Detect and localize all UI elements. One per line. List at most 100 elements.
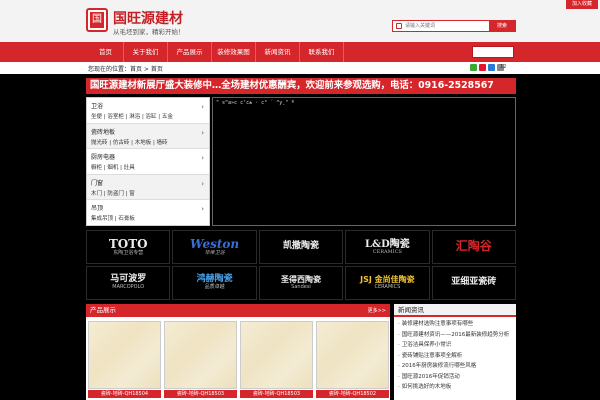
brand-logo[interactable]: 凯撒陶瓷 — [258, 230, 344, 264]
product-card[interactable]: 瓷砖-地砖-QH18504 — [88, 321, 161, 398]
product-caption[interactable]: 瓷砖-地砖-QH18504 — [88, 390, 161, 398]
brand-logo[interactable]: 汇陶谷 — [431, 230, 516, 264]
category-item[interactable]: 厨房电器 橱柜 | 烟机 | 灶具 › — [87, 149, 209, 175]
category-item[interactable]: 门窗 木门 | 防盗门 | 窗 › — [87, 174, 209, 201]
slogan: 从毛坯到家，精彩开始！ — [113, 28, 185, 36]
brand-logo[interactable]: Weston 华帝卫浴 — [172, 230, 257, 264]
product-card[interactable]: 瓷砖-地砖-QH18502 — [316, 321, 389, 398]
chevron-right-icon: › — [201, 154, 204, 163]
header: 国 国旺源建材 从毛坯到家，精彩开始！ 加入收藏 搜索 — [0, 0, 600, 42]
category-title: 门窗 — [91, 179, 104, 187]
share-buttons — [470, 64, 504, 71]
brand-logo[interactable]: TOTO 东陶卫浴专营 — [86, 230, 171, 264]
category-title: 瓷砖地板 — [91, 128, 116, 136]
weibo-share-icon[interactable] — [479, 64, 486, 71]
category-title: 厨房电器 — [91, 154, 116, 162]
products-more-link[interactable]: 更多>> — [368, 307, 386, 314]
news-item[interactable]: 2016年厨房装修流行哪些风格 — [398, 361, 512, 372]
category-menu: 卫浴 坐便 | 浴室柜 | 淋浴 | 浴缸 | 五金 › 瓷砖地板 抛光砖 | … — [86, 97, 210, 226]
brand-logo[interactable]: L&D陶瓷 CERAMICS — [345, 230, 430, 264]
promo-banner: 国旺源建材新展厅盛大装修中…全场建材优惠酬宾，欢迎前来参观选购，电话：0916-… — [86, 78, 516, 94]
news-item[interactable]: 装修建材选购注意事项有哪些 — [398, 319, 512, 330]
brand-logo-sub: MARCOPOLO — [112, 284, 145, 291]
product-caption[interactable]: 瓷砖-地砖-QH18503 — [164, 390, 237, 398]
brand-logo-name: 凯撒陶瓷 — [282, 241, 319, 252]
brand-logo-name: 汇陶谷 — [455, 239, 492, 254]
brand-logo-sub: 华帝卫浴 — [204, 249, 225, 256]
brand-logo[interactable]: 马可波罗 MARCOPOLO — [86, 266, 171, 300]
product-caption[interactable]: 瓷砖-地砖-QH18503 — [240, 390, 313, 398]
news-item[interactable]: 国旺源2016年促销活动 — [398, 372, 512, 383]
search-button[interactable]: 搜索 — [489, 21, 515, 31]
product-section: 产品展示 更多>> 瓷砖-地砖-QH18504 瓷砖-地砖-QH18503 瓷砖… — [86, 304, 390, 400]
news-item[interactable]: 国旺源建材资讯——2016最新装修趋势分析 — [398, 330, 512, 341]
news-item[interactable]: 瓷砖铺贴注意事项全解析 — [398, 351, 512, 362]
media-panel-text: " s“a»c c’c± · c³ ´ “y¸" º — [216, 100, 295, 106]
category-item[interactable]: 吊顶 集成吊顶 | 石膏板 › — [87, 200, 209, 226]
share-count: 12 — [500, 64, 507, 70]
brand-logo-name: 鸿赫陶瓷 — [196, 274, 233, 285]
nav-search-field[interactable] — [472, 46, 514, 58]
category-item[interactable]: 卫浴 坐便 | 浴室柜 | 淋浴 | 浴缸 | 五金 › — [87, 98, 209, 124]
wechat-share-icon[interactable] — [470, 64, 477, 71]
category-item[interactable]: 瓷砖地板 抛光砖 | 仿古砖 | 木地板 | 墙砖 › — [87, 123, 209, 150]
brand-logo-sub: 东陶卫浴专营 — [113, 249, 144, 256]
brand-logo[interactable]: 圣得西陶瓷 Sandesi — [258, 266, 344, 300]
logo[interactable]: 国 — [86, 8, 108, 32]
brand-logo-name: Weston — [190, 236, 240, 251]
breadcrumb: 您现在的位置：首页 > 首页 — [88, 66, 163, 73]
category-title: 卫浴 — [91, 103, 104, 110]
breadcrumb-bar: 您现在的位置：首页 > 首页 12 — [0, 62, 600, 74]
category-subs[interactable]: 坐便 | 浴室柜 | 淋浴 | 浴缸 | 五金 — [91, 112, 205, 120]
news-item[interactable]: 卫浴洁具保养小常识 — [398, 340, 512, 351]
media-panel[interactable]: " s“a»c c’c± · c³ ´ “y¸" º — [212, 97, 516, 226]
brand-logo-sub: CERAMICS — [374, 283, 401, 290]
nav-item-news[interactable]: 新闻资讯 — [256, 42, 300, 62]
search-input[interactable] — [405, 22, 479, 30]
product-image[interactable] — [164, 321, 237, 389]
chevron-right-icon: › — [201, 179, 204, 188]
chevron-right-icon: › — [201, 128, 204, 137]
main-nav: 首页 关于我们 产品展示 装修效果图 新闻资讯 联系我们 — [0, 42, 600, 62]
product-card[interactable]: 瓷砖-地砖-QH18503 — [240, 321, 313, 398]
chevron-right-icon: › — [201, 103, 204, 111]
brand-logo-name: 圣得西陶瓷 — [280, 274, 321, 284]
brand-logo-sub: 品质卓越 — [204, 284, 225, 291]
product-caption[interactable]: 瓷砖-地砖-QH18502 — [316, 390, 389, 398]
add-favorite-button[interactable]: 加入收藏 — [566, 0, 598, 9]
category-subs[interactable]: 抛光砖 | 仿古砖 | 木地板 | 墙砖 — [91, 138, 205, 146]
product-section-title: 产品展示 — [86, 304, 390, 317]
search-icon — [396, 23, 402, 29]
brand-logo-name: 马可波罗 — [110, 274, 147, 285]
nav-item-contact[interactable]: 联系我们 — [300, 42, 344, 62]
brand-logo-name: JSJ 金尚佳陶瓷 — [360, 274, 415, 284]
nav-item-about[interactable]: 关于我们 — [124, 42, 168, 62]
product-image[interactable] — [88, 321, 161, 389]
category-subs[interactable]: 集成吊顶 | 石膏板 — [91, 214, 205, 222]
category-title: 吊顶 — [91, 205, 104, 213]
logo-mark: 国 — [90, 12, 104, 28]
nav-item-home[interactable]: 首页 — [88, 42, 124, 62]
brand-name: 国旺源建材 — [113, 11, 183, 27]
news-item[interactable]: 如何挑选好的木地板 — [398, 382, 512, 393]
brand-logo-grid: TOTO 东陶卫浴专营 Weston 华帝卫浴 凯撒陶瓷 L&D陶瓷 CERAMICS… — [86, 230, 516, 300]
qzone-share-icon[interactable] — [488, 64, 495, 71]
news-section: 新闻资讯 装修建材选购注意事项有哪些 国旺源建材资讯——2016最新装修趋势分析… — [394, 304, 516, 400]
product-card[interactable]: 瓷砖-地砖-QH18503 — [164, 321, 237, 398]
category-subs[interactable]: 橱柜 | 烟机 | 灶具 — [91, 163, 205, 171]
nav-item-gallery[interactable]: 装修效果图 — [212, 42, 256, 62]
brand-logo[interactable]: 亚细亚瓷砖 — [431, 266, 516, 300]
brand-logo-name: TOTO — [108, 236, 148, 251]
brand-logo-name: 亚细亚瓷砖 — [451, 277, 497, 288]
search-box: 搜索 — [392, 20, 516, 32]
brand-logo-sub: Sandesi — [291, 283, 311, 290]
brand-logo[interactable]: 鸿赫陶瓷 品质卓越 — [172, 266, 257, 300]
brand-logo-sub: CERAMICS — [372, 248, 402, 255]
nav-item-products[interactable]: 产品展示 — [168, 42, 212, 62]
news-section-title: 新闻资讯 — [394, 304, 516, 317]
brand-logo[interactable]: JSJ 金尚佳陶瓷 CERAMICS — [345, 266, 430, 300]
product-image[interactable] — [316, 321, 389, 389]
chevron-right-icon: › — [201, 205, 204, 214]
product-image[interactable] — [240, 321, 313, 389]
category-subs[interactable]: 木门 | 防盗门 | 窗 — [91, 189, 205, 197]
